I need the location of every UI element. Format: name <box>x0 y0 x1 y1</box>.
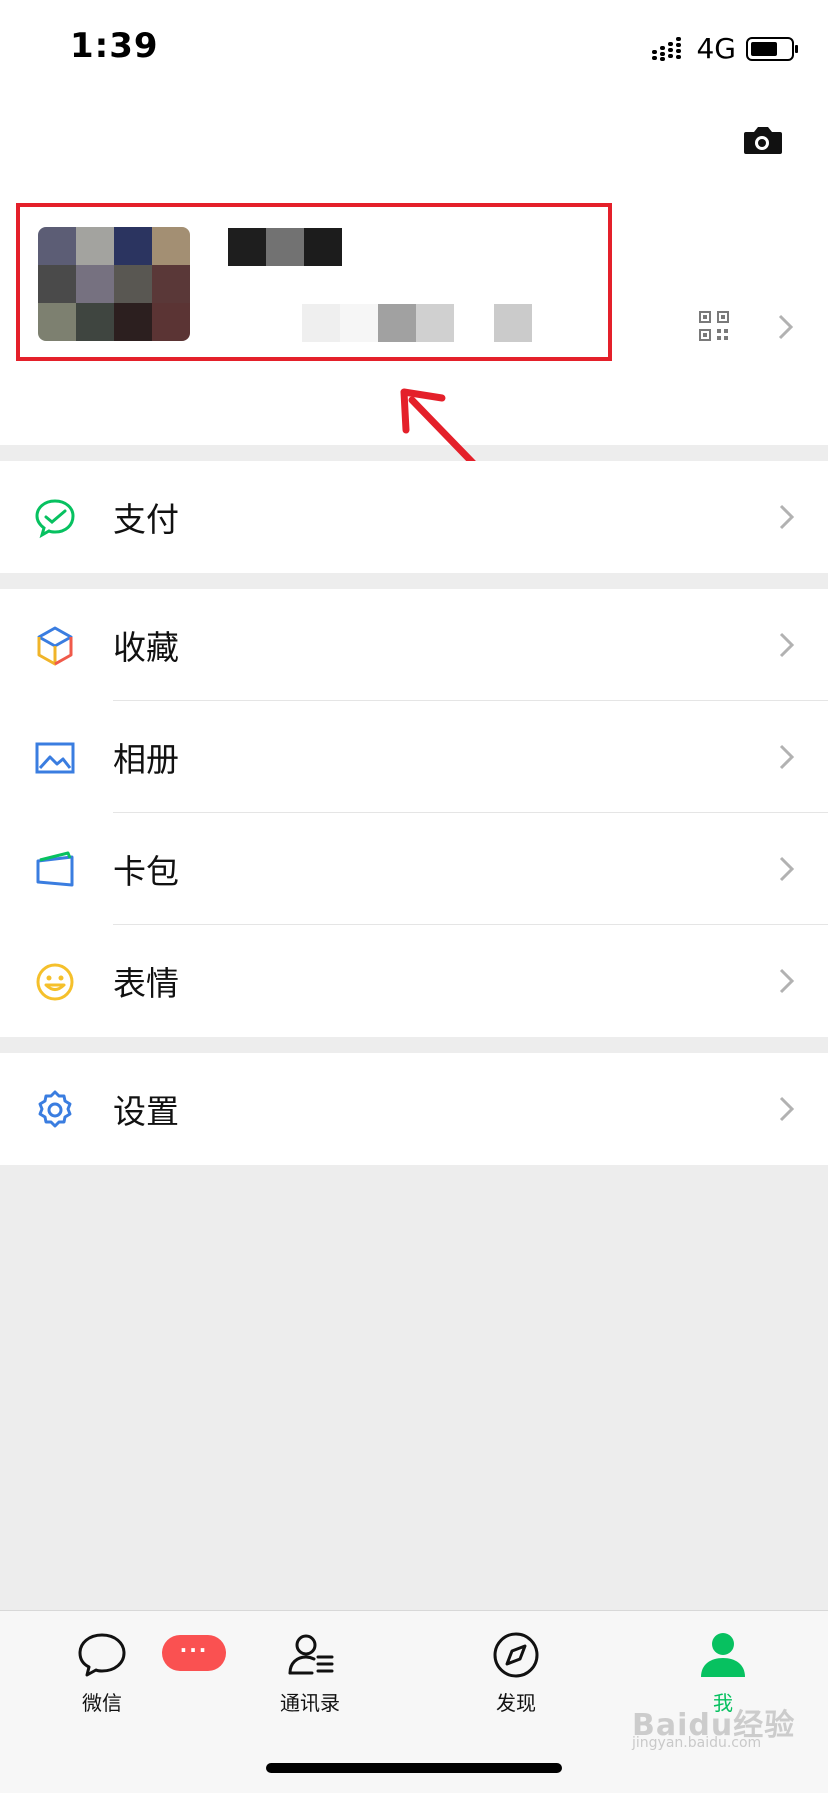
menu-label-cards: 卡包 <box>113 852 179 891</box>
menu-label-album: 相册 <box>113 740 179 779</box>
menu-group-pay: 支付 <box>0 461 828 573</box>
favorites-cube-icon <box>37 626 73 666</box>
gear-icon <box>38 1090 72 1128</box>
tab-label-chats: 微信 <box>82 1691 122 1715</box>
chevron-right-icon <box>779 968 795 994</box>
chevron-right-icon <box>779 504 795 530</box>
menu-group-main: 收藏 相册 卡包 表情 <box>0 589 828 1037</box>
chevron-right-icon <box>779 856 795 882</box>
unread-badge: ··· <box>162 1635 226 1671</box>
status-indicators: 4G <box>652 32 798 65</box>
watermark-sub: jingyan.baidu.com <box>632 1735 762 1751</box>
menu-label-stickers: 表情 <box>113 964 179 1003</box>
camera-icon[interactable] <box>738 116 786 164</box>
menu-label-pay: 支付 <box>113 500 179 539</box>
menu-item-cards[interactable]: 卡包 <box>0 813 828 925</box>
chevron-right-icon <box>779 744 795 770</box>
card-wallet-icon <box>36 851 74 887</box>
tab-discover[interactable]: 发现 <box>456 1629 576 1729</box>
tab-label-contacts: 通讯录 <box>280 1691 340 1715</box>
chat-bubble-icon <box>78 1633 126 1677</box>
signal-icon <box>652 36 682 61</box>
battery-level <box>751 41 777 56</box>
album-icon <box>35 742 75 774</box>
menu-item-pay[interactable]: 支付 <box>0 461 828 573</box>
menu-item-favorites[interactable]: 收藏 <box>0 589 828 701</box>
menu-group-settings: 设置 <box>0 1053 828 1165</box>
chevron-right-icon <box>779 632 795 658</box>
chevron-right-icon <box>779 1096 795 1122</box>
pay-icon <box>35 499 75 539</box>
menu-item-settings[interactable]: 设置 <box>0 1053 828 1165</box>
qr-code-icon[interactable] <box>698 310 730 342</box>
tab-contacts[interactable]: 通讯录 <box>250 1629 370 1729</box>
highlight-box <box>16 203 612 361</box>
menu-item-stickers[interactable]: 表情 <box>0 925 828 1037</box>
contacts-icon <box>288 1634 334 1675</box>
status-time: 1:39 <box>70 26 159 66</box>
tab-chats[interactable]: 微信 ··· <box>42 1629 226 1729</box>
tab-label-discover: 发现 <box>496 1691 536 1715</box>
menu-label-settings: 设置 <box>113 1092 179 1131</box>
smiley-icon <box>36 963 74 1001</box>
menu-item-album[interactable]: 相册 <box>0 701 828 813</box>
menu-label-favorites: 收藏 <box>113 628 179 667</box>
network-label: 4G <box>696 32 736 65</box>
chevron-right-icon <box>778 314 794 340</box>
battery-icon <box>746 36 798 61</box>
home-indicator[interactable] <box>266 1763 562 1773</box>
status-bar: 1:39 4G <box>0 0 828 96</box>
compass-icon <box>493 1632 539 1678</box>
me-person-icon <box>701 1633 745 1677</box>
